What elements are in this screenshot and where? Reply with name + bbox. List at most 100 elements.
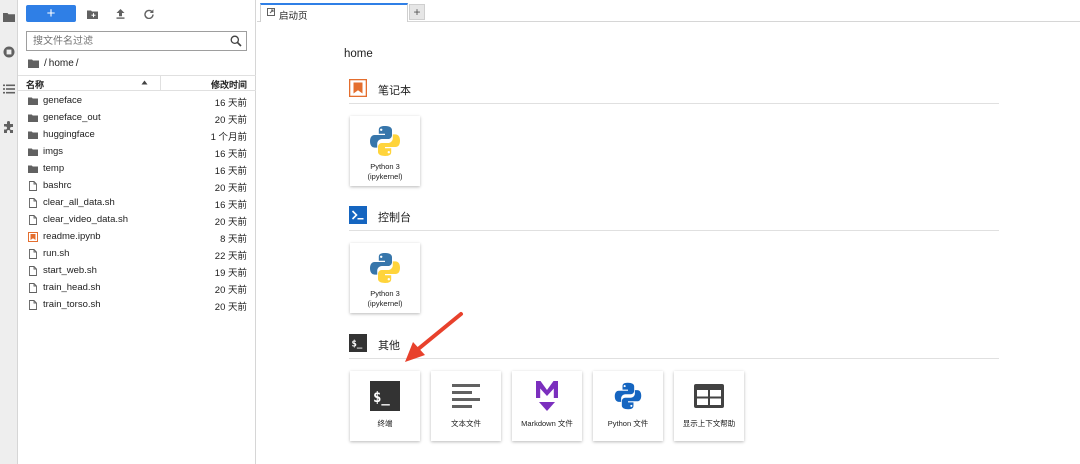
section-title: 笔记本 [378, 85, 411, 97]
breadcrumb-home[interactable]: home [49, 58, 74, 69]
refresh-icon [144, 9, 154, 19]
card-label: Python 3 (ipykernel) [367, 289, 403, 308]
file-name: readme.ipynb [43, 231, 101, 242]
file-row[interactable]: start_web.sh 19 天前 [18, 262, 256, 279]
file-name: train_torso.sh [43, 299, 101, 310]
file-row[interactable]: train_torso.sh 20 天前 [18, 296, 256, 313]
file-row[interactable]: huggingface 1 个月前 [18, 126, 256, 143]
file-modified: 22 天前 [214, 251, 247, 262]
card-label: 终端 [377, 419, 393, 428]
terminal-section-icon: $_ [349, 334, 367, 352]
file-name: bashrc [43, 180, 72, 191]
file-filter [26, 31, 247, 51]
file-name: clear_video_data.sh [43, 214, 129, 225]
console-icon [349, 206, 367, 224]
text-file-card[interactable]: 文本文件 [431, 371, 501, 441]
file-modified: 19 天前 [214, 268, 247, 279]
name-column-header[interactable]: 名称 [26, 78, 44, 91]
extension-manager-tab[interactable] [0, 114, 18, 140]
python-logo-icon [370, 126, 400, 156]
folder-icon [28, 148, 38, 156]
file-row[interactable]: clear_all_data.sh 16 天前 [18, 194, 256, 211]
folder-icon [28, 165, 38, 173]
tab-bar: 启动页 + [257, 0, 1080, 22]
jupyterlab-window: + / home / 名称 修改时间 gene [0, 0, 1080, 464]
new-launcher-button[interactable]: + [26, 5, 76, 22]
file-name: temp [43, 163, 65, 174]
card-label: 文本文件 [451, 419, 481, 428]
modified-column-header[interactable]: 修改时间 [211, 78, 247, 91]
markdown-file-card[interactable]: Markdown 文件 [512, 371, 582, 441]
breadcrumb-separator: / [44, 57, 47, 69]
file-name: geneface_out [43, 112, 101, 123]
console-python3-card[interactable]: Python 3 (ipykernel) [350, 243, 420, 313]
folder-icon[interactable] [28, 59, 39, 68]
file-row[interactable]: run.sh 22 天前 [18, 245, 256, 262]
file-modified: 20 天前 [214, 183, 247, 194]
card-label: Markdown 文件 [521, 419, 573, 428]
file-modified: 16 天前 [214, 200, 247, 211]
python-file-icon [614, 382, 642, 410]
context-help-card[interactable]: 显示上下文帮助 [674, 371, 744, 441]
file-row[interactable]: temp 16 天前 [18, 160, 256, 177]
file-modified: 1 个月前 [210, 132, 247, 143]
file-icon [29, 249, 37, 259]
running-icon [3, 46, 15, 58]
column-divider[interactable] [160, 76, 161, 90]
file-modified: 16 天前 [214, 149, 247, 160]
file-browser-toolbar: + [18, 0, 256, 28]
terminal-card[interactable]: $_ 终端 [350, 371, 420, 441]
main-area: 启动页 + home 笔记本 Python 3 (ipykernel) 控制台 … [257, 0, 1080, 464]
file-modified: 20 天前 [214, 115, 247, 126]
file-row[interactable]: imgs 16 天前 [18, 143, 256, 160]
new-folder-button[interactable] [84, 6, 100, 22]
new-folder-icon [86, 10, 98, 19]
annotation-arrow-icon [405, 312, 463, 362]
refresh-button[interactable] [141, 6, 157, 22]
upload-button[interactable] [112, 6, 128, 22]
file-filter-input[interactable] [27, 32, 223, 50]
breadcrumb: / home / [28, 57, 81, 69]
file-icon [29, 198, 37, 208]
sort-ascending-icon[interactable] [141, 79, 148, 86]
file-name: huggingface [43, 129, 95, 140]
tab-launcher[interactable]: 启动页 [260, 3, 408, 22]
table-of-contents-tab[interactable] [0, 76, 18, 102]
section-header: 笔记本 [349, 79, 999, 104]
file-row[interactable]: clear_video_data.sh 20 天前 [18, 211, 256, 228]
markdown-icon [536, 381, 558, 411]
running-sessions-tab[interactable] [0, 39, 18, 65]
file-icon [29, 181, 37, 191]
section-title: 控制台 [378, 212, 411, 224]
file-row[interactable]: geneface_out 20 天前 [18, 109, 256, 126]
svg-text:$_: $_ [373, 390, 390, 406]
file-modified: 16 天前 [214, 98, 247, 109]
file-name: clear_all_data.sh [43, 197, 115, 208]
python-logo-icon [370, 253, 400, 283]
tab-label: 启动页 [279, 11, 308, 22]
file-modified: 20 天前 [214, 302, 247, 313]
file-browser-panel: + / home / 名称 修改时间 gene [18, 0, 256, 464]
card-label: Python 3 (ipykernel) [367, 162, 403, 181]
file-icon [29, 283, 37, 293]
notebook-python3-card[interactable]: Python 3 (ipykernel) [350, 116, 420, 186]
file-modified: 20 天前 [214, 217, 247, 228]
notebook-icon [349, 79, 367, 97]
python-file-card[interactable]: Python 文件 [593, 371, 663, 441]
launcher-cwd: home [344, 48, 373, 60]
file-row[interactable]: geneface 16 天前 [18, 92, 256, 109]
add-tab-button[interactable]: + [409, 4, 425, 20]
file-modified: 16 天前 [214, 166, 247, 177]
file-row[interactable]: readme.ipynb 8 天前 [18, 228, 256, 245]
file-icon [29, 215, 37, 225]
file-row[interactable]: train_head.sh 20 天前 [18, 279, 256, 296]
file-modified: 8 天前 [220, 234, 247, 245]
file-list: geneface 16 天前 geneface_out 20 天前 huggingfac… [18, 92, 256, 313]
context-help-icon [694, 384, 724, 408]
card-label: 显示上下文帮助 [682, 419, 736, 428]
file-row[interactable]: bashrc 20 天前 [18, 177, 256, 194]
file-browser-tab[interactable] [0, 4, 18, 30]
folder-icon [28, 131, 38, 139]
console-section: 控制台 Python 3 (ipykernel) [349, 206, 999, 316]
file-list-header: 名称 修改时间 [18, 75, 256, 91]
